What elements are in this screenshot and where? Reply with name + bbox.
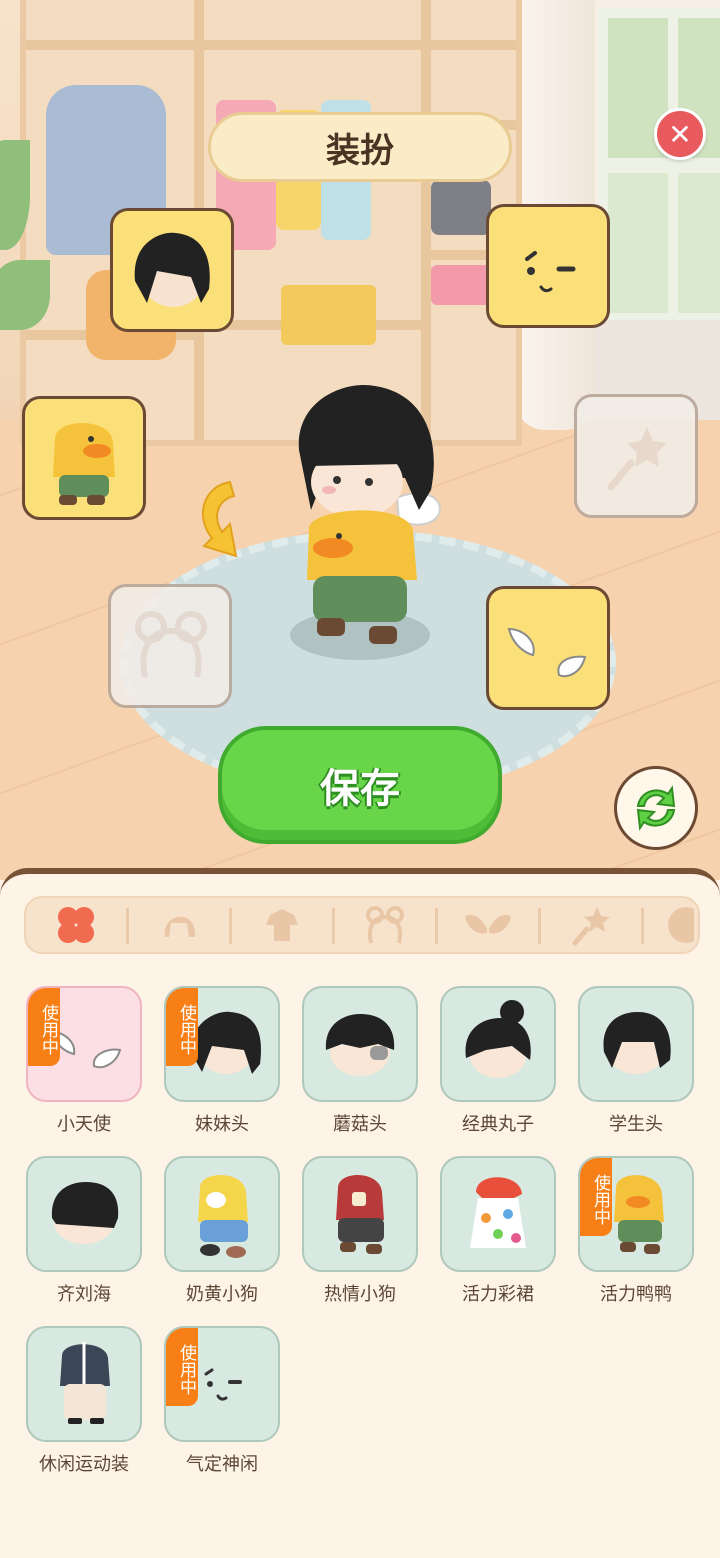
item-thumbnail (440, 1156, 556, 1272)
item-name: 小天使 (57, 1114, 111, 1135)
item-thumbnail (26, 1156, 142, 1272)
in-use-badge: 使用中 (28, 988, 60, 1066)
item-thumbnail (26, 1326, 142, 1442)
slot-wings[interactable] (486, 586, 610, 710)
item-name: 妹妹头 (195, 1114, 249, 1135)
slot-outfit[interactable] (22, 396, 146, 520)
slot-headband[interactable] (108, 584, 232, 708)
rotate-arrow-icon[interactable] (190, 476, 270, 568)
wardrobe (20, 0, 522, 446)
tab-wings[interactable] (438, 898, 538, 952)
outfit-icon (266, 909, 298, 941)
wand-icon (572, 907, 610, 946)
item-name: 休闲运动装 (39, 1454, 129, 1475)
item-card[interactable]: 使用中 妹妹头 (164, 986, 280, 1136)
item-name: 奶黄小狗 (186, 1284, 258, 1305)
in-use-badge: 使用中 (166, 1328, 198, 1406)
item-card[interactable]: 齐刘海 (26, 1156, 142, 1306)
headband-icon (366, 906, 404, 944)
tab-outfit[interactable] (232, 898, 332, 952)
color-dress-icon (470, 1177, 526, 1248)
tab-all[interactable] (26, 898, 126, 952)
tab-hair[interactable] (129, 898, 229, 952)
category-tab-bar (24, 896, 700, 954)
item-name: 学生头 (609, 1114, 663, 1135)
item-thumbnail: 使用中 (578, 1156, 694, 1272)
item-card[interactable]: 使用中 小天使 (26, 986, 142, 1136)
bangs-hair-icon (51, 1182, 119, 1244)
item-name: 活力彩裙 (462, 1284, 534, 1305)
item-card[interactable]: 经典丸子 (440, 986, 556, 1136)
player-character (298, 384, 441, 644)
tab-hand-item[interactable] (541, 898, 641, 952)
item-name: 气定神闲 (186, 1454, 258, 1475)
item-thumbnail (164, 1156, 280, 1272)
item-name: 经典丸子 (462, 1114, 534, 1135)
slot-hand-item[interactable] (574, 394, 698, 518)
page-title: 装扮 (208, 112, 512, 182)
tab-headband[interactable] (335, 898, 435, 952)
refresh-icon (636, 785, 676, 831)
item-name: 活力鸭鸭 (600, 1284, 672, 1305)
slot-face[interactable] (486, 204, 610, 328)
save-button[interactable]: 保存 (218, 726, 502, 844)
item-thumbnail (302, 986, 418, 1102)
sportswear-icon (60, 1342, 110, 1424)
in-use-badge: 使用中 (580, 1158, 612, 1236)
bun-hair-icon (465, 1000, 531, 1078)
close-button[interactable]: ✕ (654, 108, 706, 160)
face-expression-icon (525, 251, 576, 293)
wardrobe-panel: 使用中 小天使 使用中 妹妹头 蘑菇头 经典丸子 学生头 齐刘海 奶黄小狗 热情… (0, 868, 720, 1558)
red-dog-outfit-icon (336, 1174, 384, 1254)
wand-icon (607, 427, 667, 491)
yellow-dog-outfit-icon (198, 1174, 248, 1258)
headband-icon (135, 611, 207, 678)
item-thumbnail (302, 1156, 418, 1272)
duck-outfit-icon (53, 422, 115, 505)
item-card[interactable]: 休闲运动装 (26, 1326, 142, 1476)
item-thumbnail: 使用中 (164, 986, 280, 1102)
wings-icon (465, 914, 511, 934)
item-thumbnail: 使用中 (164, 1326, 280, 1442)
hair-icon (134, 232, 210, 307)
close-icon: ✕ (668, 117, 692, 151)
item-thumbnail (440, 986, 556, 1102)
item-card[interactable]: 热情小狗 (302, 1156, 418, 1306)
item-name: 齐刘海 (57, 1284, 111, 1305)
student-hair-icon (603, 1012, 671, 1074)
clover-icon (58, 907, 94, 943)
hair-icon (164, 916, 196, 937)
item-name: 热情小狗 (324, 1284, 396, 1305)
item-thumbnail (578, 986, 694, 1102)
item-card[interactable]: 使用中 气定神闲 (164, 1326, 280, 1476)
tab-face[interactable] (644, 898, 698, 952)
mushroom-hair-icon (325, 1014, 395, 1076)
item-card[interactable]: 蘑菇头 (302, 986, 418, 1136)
angel-wings-icon (507, 627, 587, 678)
slot-hair[interactable] (110, 208, 234, 332)
in-use-badge: 使用中 (166, 988, 198, 1066)
item-card[interactable]: 使用中 活力鸭鸭 (578, 1156, 694, 1306)
face-icon (668, 907, 694, 943)
item-name: 蘑菇头 (333, 1114, 387, 1135)
item-thumbnail: 使用中 (26, 986, 142, 1102)
refresh-button[interactable] (614, 766, 698, 850)
item-card[interactable]: 活力彩裙 (440, 1156, 556, 1306)
item-card[interactable]: 奶黄小狗 (164, 1156, 280, 1306)
item-card[interactable]: 学生头 (578, 986, 694, 1136)
